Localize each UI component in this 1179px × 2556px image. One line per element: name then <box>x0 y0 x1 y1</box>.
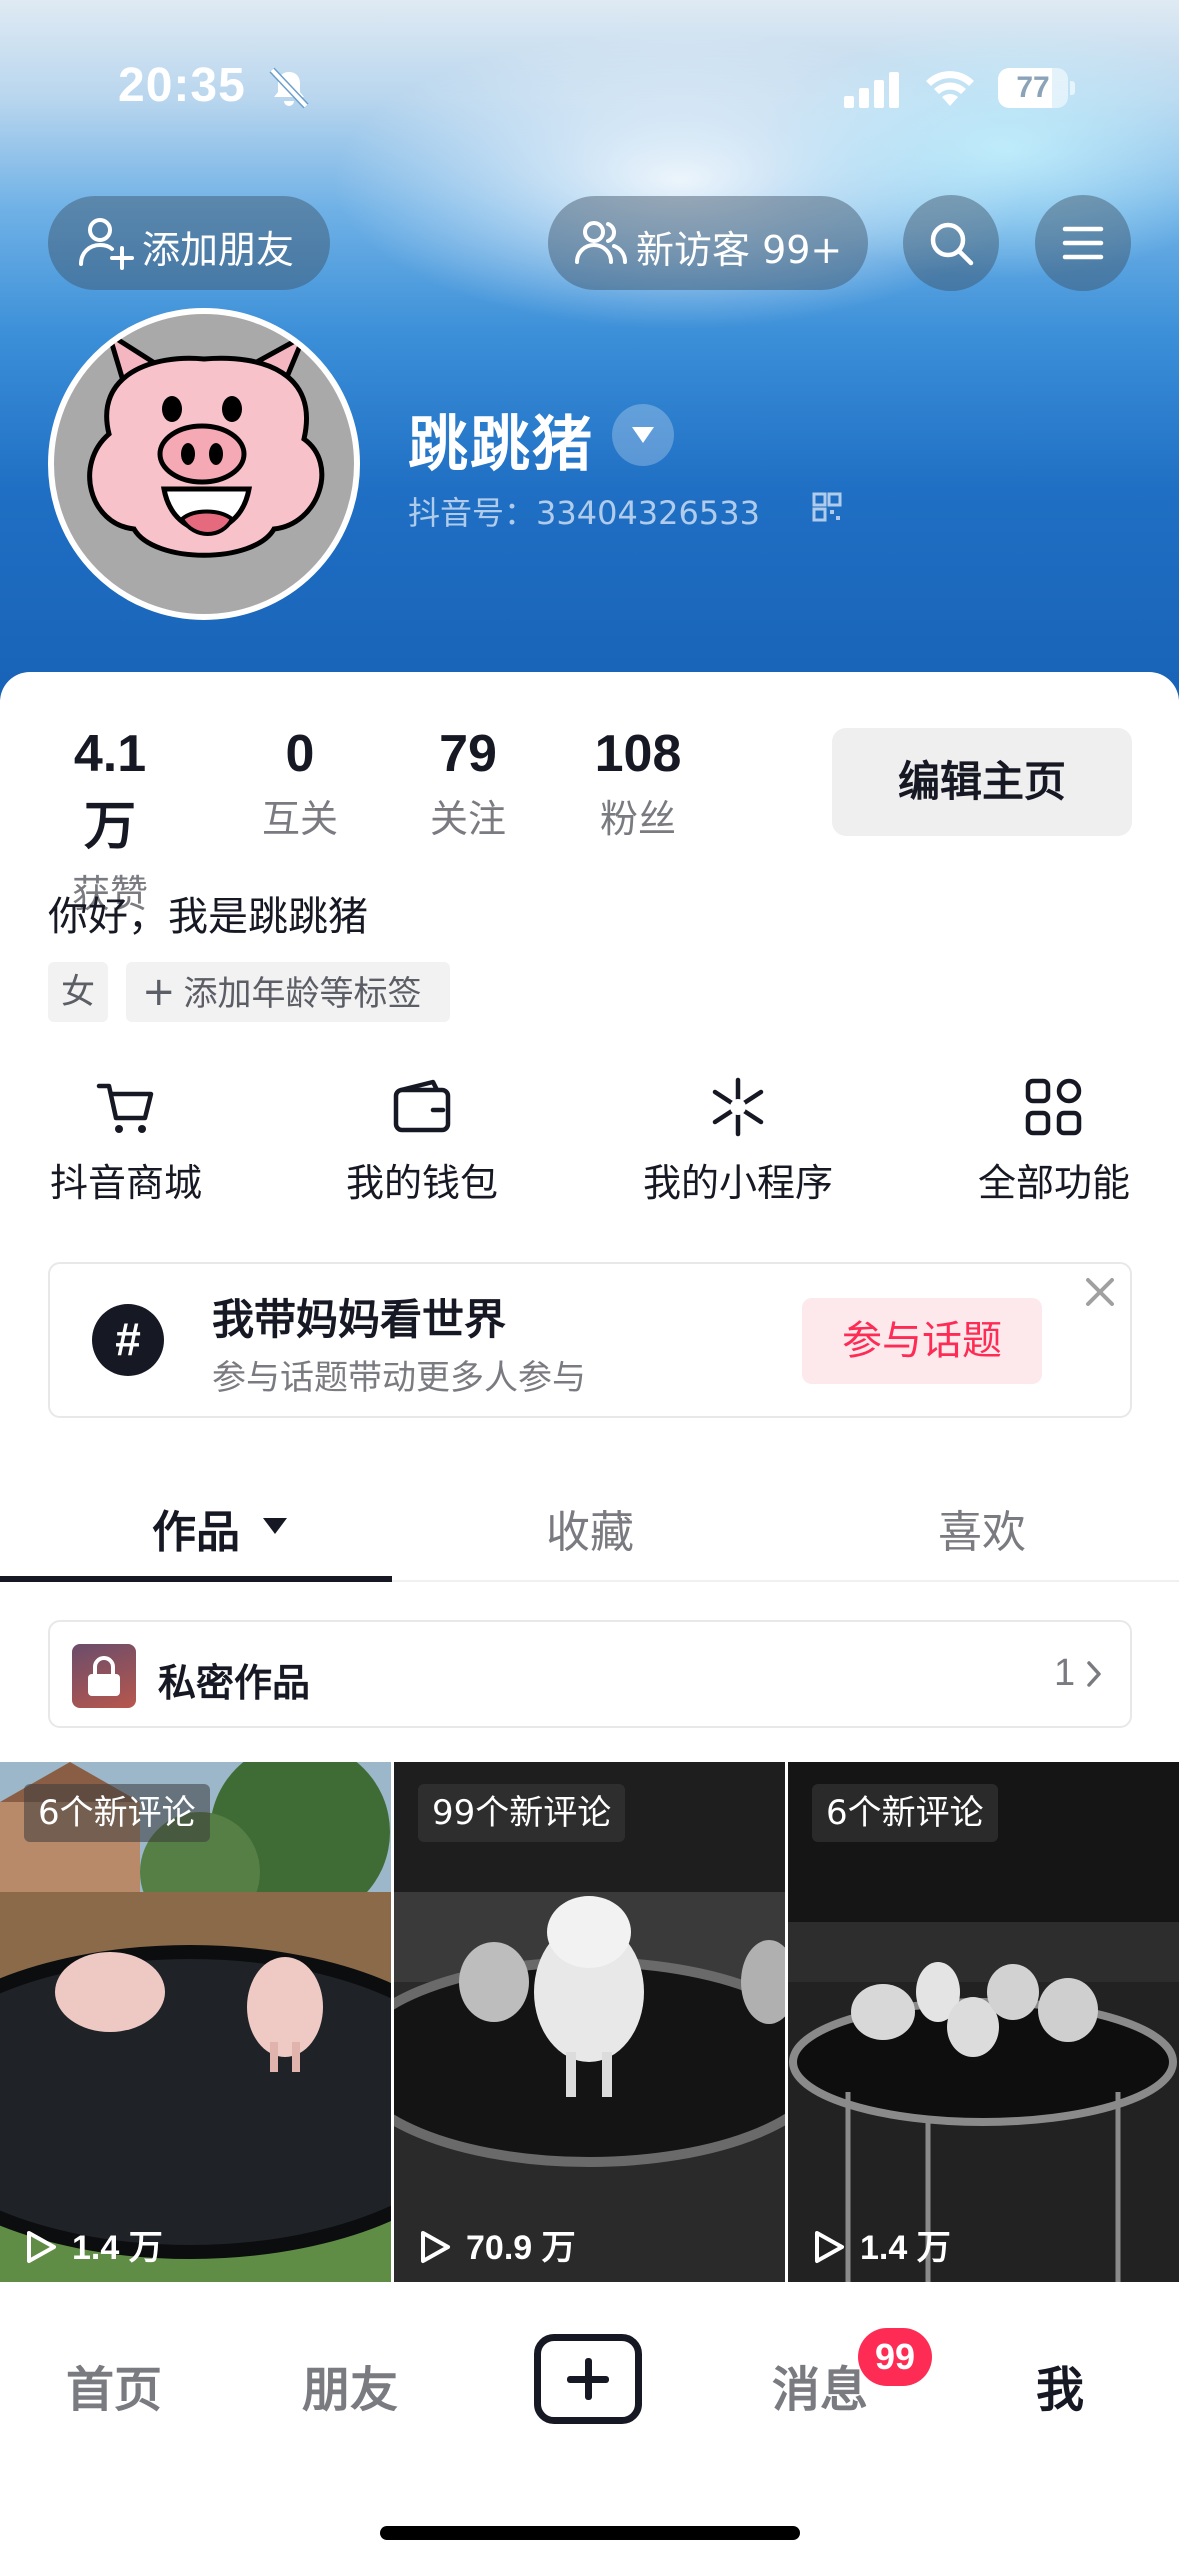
quick-action-mall[interactable]: 抖音商城 <box>48 1076 204 1207</box>
profile-header: 20:35 77 添加朋友 新访客 99+ 跳跳猪 抖音号：3340432653… <box>0 0 1179 700</box>
play-count: 70.9 万 <box>418 2220 576 2269</box>
active-tab-indicator <box>0 1576 392 1582</box>
private-works-label: 私密作品 <box>158 1661 311 1705</box>
stat-mutual-label: 互关 <box>261 797 338 841</box>
quick-action-wallet-label: 我的钱包 <box>345 1161 498 1205</box>
chevron-right-icon <box>1087 1661 1101 1687</box>
topic-title: 我带妈妈看世界 <box>212 1295 507 1344</box>
new-comments-badge: 99个新评论 <box>418 1784 626 1842</box>
cart-icon <box>96 1083 154 1133</box>
stat-followers-value: 108 <box>594 725 682 783</box>
quick-action-mini-programs-label: 我的小程序 <box>642 1161 833 1205</box>
messages-badge: 99 <box>858 2328 932 2386</box>
nav-friends[interactable]: 朋友 <box>302 2350 398 2420</box>
private-works-row[interactable]: 私密作品 1 <box>48 1620 1132 1728</box>
stat-mutual[interactable]: 0 互关 <box>250 724 350 843</box>
private-works-count: 1 <box>1054 1652 1076 1694</box>
quick-action-mini-programs[interactable]: 我的小程序 <box>638 1076 838 1207</box>
add-tag-label: 添加年龄等标签 <box>183 974 422 1014</box>
pig-face-icon <box>87 331 325 558</box>
search-icon <box>930 222 974 266</box>
caret-down-icon[interactable] <box>262 1516 288 1536</box>
play-count-value: 70.9 万 <box>466 2229 576 2267</box>
battery-indicator: 77 <box>998 68 1076 108</box>
username: 跳跳猪 <box>408 410 594 480</box>
new-comments-badge: 6个新评论 <box>24 1784 210 1842</box>
hashtag-icon: # <box>92 1304 164 1376</box>
topic-banner[interactable]: # 我带妈妈看世界 参与话题带动更多人参与 参与话题 <box>48 1262 1132 1418</box>
play-icon <box>815 2231 844 2263</box>
status-time: 20:35 <box>118 59 246 112</box>
search-button[interactable] <box>903 195 999 291</box>
qr-code-icon[interactable] <box>812 492 842 522</box>
new-visitors-button[interactable]: 新访客 99+ <box>548 196 868 290</box>
plus-icon: + <box>142 969 176 1015</box>
close-icon[interactable] <box>1080 1272 1120 1312</box>
add-user-icon <box>79 218 134 270</box>
tab-likes[interactable]: 喜欢 <box>938 1496 1026 1560</box>
tab-works[interactable]: 作品 <box>152 1496 240 1560</box>
douyin-id: 抖音号：33404326533 <box>408 494 760 532</box>
menu-button[interactable] <box>1035 195 1131 291</box>
stat-mutual-value: 0 <box>285 725 315 783</box>
play-count: 1.4 万 <box>24 2220 163 2269</box>
video-thumbnail[interactable]: 6个新评论 1.4 万 <box>788 1762 1179 2284</box>
play-icon <box>27 2231 56 2263</box>
mini-program-icon <box>712 1077 764 1137</box>
profile-card: 4.1万 获赞 0 互关 79 关注 108 粉丝 编辑主页 你好，我是跳跳猪 … <box>0 672 1179 2556</box>
bottom-nav: 首页 朋友 消息 99 我 <box>0 2282 1179 2556</box>
status-bar: 20:35 77 <box>0 52 1179 122</box>
quick-action-mall-label: 抖音商城 <box>49 1161 202 1205</box>
nav-home[interactable]: 首页 <box>66 2350 162 2420</box>
add-friend-button[interactable]: 添加朋友 <box>48 196 330 290</box>
video-grid: 6个新评论 1.4 万 99个新评论 70.9 万 6个新评论 1.4 万 <box>0 1762 1179 2284</box>
stat-followers[interactable]: 108 粉丝 <box>584 724 692 843</box>
edit-profile-button[interactable]: 编辑主页 <box>832 728 1132 836</box>
bell-muted-icon <box>269 67 309 109</box>
caret-down-icon <box>632 427 654 443</box>
tab-favorites[interactable]: 收藏 <box>546 1496 634 1560</box>
play-count-value: 1.4 万 <box>72 2229 163 2267</box>
home-indicator <box>380 2526 800 2540</box>
stat-followers-label: 粉丝 <box>599 797 676 841</box>
lock-icon <box>88 1656 120 1696</box>
stat-following[interactable]: 79 关注 <box>418 724 518 843</box>
stat-following-label: 关注 <box>429 797 506 841</box>
content-tabs: 作品 收藏 喜欢 <box>0 1468 1179 1582</box>
quick-action-all-features-label: 全部功能 <box>977 1161 1130 1205</box>
video-thumbnail[interactable]: 99个新评论 70.9 万 <box>394 1762 785 2284</box>
visitors-icon <box>575 221 627 264</box>
add-friend-label: 添加朋友 <box>142 228 295 272</box>
gender-tag: 女 <box>48 962 108 1022</box>
create-post-button[interactable] <box>534 2334 642 2424</box>
wallet-icon <box>393 1079 451 1133</box>
topic-subtitle: 参与话题带动更多人参与 <box>212 1358 586 1398</box>
quick-action-wallet[interactable]: 我的钱包 <box>342 1076 502 1207</box>
hashtag-symbol: # <box>115 1313 141 1365</box>
stat-likes-value: 4.1万 <box>73 725 147 856</box>
nav-me[interactable]: 我 <box>1036 2350 1084 2420</box>
play-icon <box>421 2231 450 2263</box>
cellular-signal-icon <box>844 72 899 108</box>
video-thumbnail[interactable]: 6个新评论 1.4 万 <box>0 1762 391 2284</box>
account-switch-button[interactable] <box>612 404 674 466</box>
add-tag-button[interactable]: + 添加年龄等标签 <box>126 962 450 1022</box>
nav-messages[interactable]: 消息 <box>772 2350 868 2420</box>
battery-level: 77 <box>1016 71 1050 104</box>
private-thumbnail <box>72 1644 136 1708</box>
grid-icon <box>1025 1078 1082 1136</box>
avatar[interactable] <box>48 308 360 620</box>
visitors-label: 新访客 99+ <box>636 228 843 272</box>
new-comments-badge: 6个新评论 <box>812 1784 998 1842</box>
play-count-value: 1.4 万 <box>860 2229 951 2267</box>
stat-following-value: 79 <box>439 725 497 783</box>
join-topic-button[interactable]: 参与话题 <box>802 1298 1042 1384</box>
play-count: 1.4 万 <box>812 2220 951 2269</box>
wifi-icon <box>926 71 974 106</box>
hamburger-menu-icon <box>1062 226 1104 260</box>
quick-action-all-features[interactable]: 全部功能 <box>974 1076 1134 1207</box>
bio-text: 你好，我是跳跳猪 <box>48 894 368 940</box>
